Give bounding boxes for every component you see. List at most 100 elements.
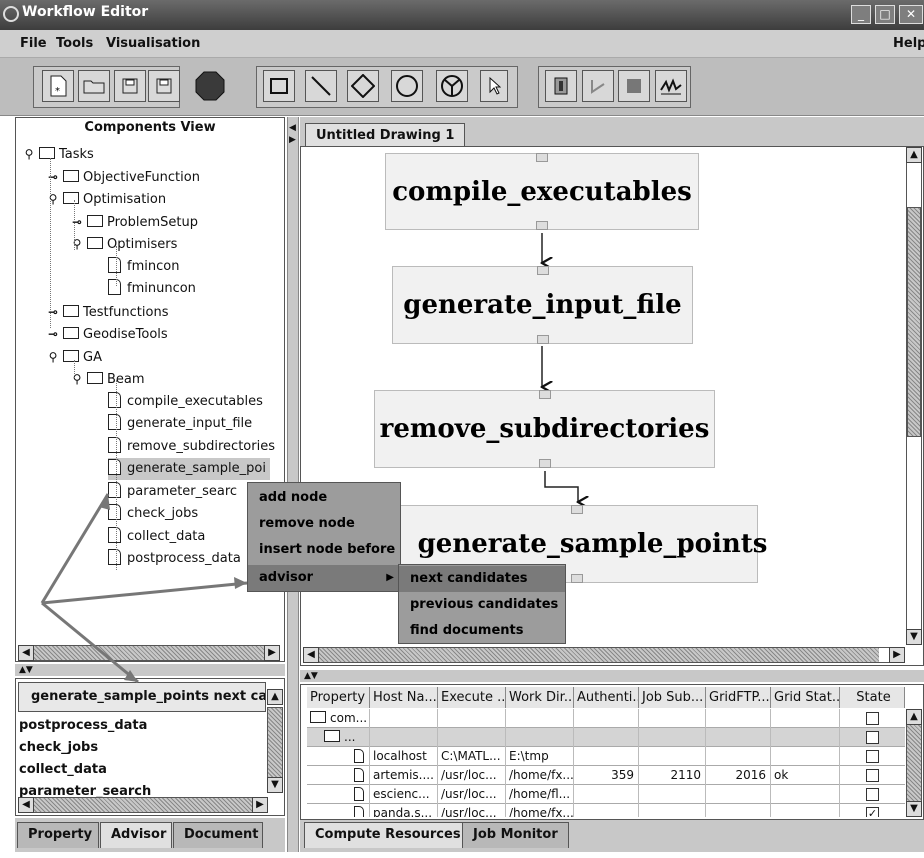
menu-item-insert-node-before[interactable]: insert node before: [248, 537, 400, 563]
maximize-button[interactable]: □: [875, 5, 895, 24]
tree-item[interactable]: ⊸ ProblemSetup: [70, 211, 198, 233]
tree-item[interactable]: parameter_searc: [108, 481, 237, 503]
advisor-list-item[interactable]: postprocess_data: [19, 715, 147, 737]
tab-property[interactable]: Property: [17, 822, 99, 848]
tree-item[interactable]: remove_subdirectories: [108, 436, 275, 458]
open-folder-icon[interactable]: [78, 70, 110, 102]
signature-icon[interactable]: [655, 70, 687, 102]
table-column-header[interactable]: Grid Stat...: [771, 687, 840, 708]
advisor-vertical-scrollbar[interactable]: [267, 707, 283, 787]
line-tool-icon[interactable]: [305, 70, 337, 102]
right-horizontal-splitter[interactable]: ▲▼: [300, 670, 924, 682]
tab-compute-resources[interactable]: Compute Resources: [304, 822, 472, 848]
node-generate-input-file[interactable]: generate_input_file: [392, 266, 693, 344]
state-checkbox[interactable]: [866, 712, 879, 725]
menu-item-add-node[interactable]: add node: [248, 485, 400, 511]
table-row[interactable]: escienc... /usr/loc... /home/fl...: [307, 785, 905, 804]
tree-horizontal-scrollbar[interactable]: [18, 645, 280, 661]
table-column-header[interactable]: Job Sub...: [639, 687, 706, 708]
menu-help[interactable]: Help: [893, 36, 924, 51]
table-row[interactable]: localhost C:\MATL... E:\tmp: [307, 747, 905, 766]
tree-expanded-icon[interactable]: ⚲: [70, 233, 84, 255]
tree-expanded-icon[interactable]: ⚲: [70, 368, 84, 390]
menu-visualisation[interactable]: Visualisation: [106, 36, 200, 51]
node-output-port[interactable]: [538, 459, 551, 468]
menu-file[interactable]: File: [20, 36, 47, 51]
canvas-horizontal-thumb[interactable]: [319, 648, 879, 662]
scroll-up-icon[interactable]: ▲: [906, 147, 922, 163]
tree-expanded-icon[interactable]: ⚲: [46, 346, 60, 368]
menu-item-previous-candidates[interactable]: previous candidates: [399, 592, 565, 618]
table-column-header[interactable]: Host Na...: [370, 687, 438, 708]
menu-tools[interactable]: Tools: [56, 36, 93, 51]
tab-job-monitor[interactable]: Job Monitor: [462, 822, 569, 848]
save-icon[interactable]: [114, 70, 146, 102]
table-row[interactable]: com...: [307, 709, 905, 728]
table-column-header[interactable]: State: [840, 687, 905, 708]
scroll-down-icon[interactable]: ▼: [906, 629, 922, 645]
state-checkbox[interactable]: [866, 731, 879, 744]
node-input-port[interactable]: [571, 505, 583, 514]
close-button[interactable]: ✕: [899, 5, 923, 24]
node-input-port[interactable]: [536, 153, 548, 162]
tab-untitled-drawing[interactable]: Untitled Drawing 1: [305, 123, 466, 147]
tree-item[interactable]: fmincon: [108, 256, 179, 278]
pointer-tool-icon[interactable]: [480, 70, 508, 102]
tree-item[interactable]: fminuncon: [108, 278, 196, 300]
table-row[interactable]: ...: [307, 728, 905, 747]
pin-icon[interactable]: [545, 70, 577, 102]
check-icon[interactable]: [582, 70, 614, 102]
tree-item[interactable]: compile_executables: [108, 391, 263, 413]
node-input-port[interactable]: [536, 266, 549, 275]
split-circle-tool-icon[interactable]: [436, 70, 468, 102]
rectangle-tool-icon[interactable]: [263, 70, 295, 102]
tree-item[interactable]: ⊸ ObjectiveFunction: [46, 166, 200, 188]
canvas-vertical-thumb[interactable]: [907, 207, 921, 437]
table-column-header[interactable]: Property: [307, 687, 370, 708]
table-column-header[interactable]: GridFTP...: [706, 687, 771, 708]
node-output-port[interactable]: [571, 574, 583, 583]
scroll-left-icon[interactable]: ◀: [18, 645, 34, 661]
advisor-scroll-up-icon[interactable]: ▲: [267, 689, 283, 705]
tree-item[interactable]: ⊸ GeodiseTools: [46, 323, 168, 345]
tree-collapsed-icon[interactable]: ⊸: [70, 211, 84, 233]
minimize-button[interactable]: _: [851, 5, 871, 24]
tree-item[interactable]: ⚲ Beam: [70, 368, 145, 390]
collapse-right-icon[interactable]: ▶: [289, 135, 296, 145]
tree-item[interactable]: generate_input_file: [108, 413, 252, 435]
advisor-scroll-down-icon[interactable]: ▼: [267, 777, 283, 793]
diamond-tool-icon[interactable]: [347, 70, 379, 102]
tree-expanded-icon[interactable]: ⚲: [46, 188, 60, 210]
scroll-up-icon[interactable]: ▲: [906, 709, 922, 725]
state-checkbox[interactable]: ✓: [866, 807, 879, 817]
state-checkbox[interactable]: [866, 788, 879, 801]
tree-item[interactable]: ⚲ Optimisation: [46, 188, 166, 210]
table-row[interactable]: panda.s... /usr/loc... /home/fx... ✓: [307, 804, 905, 817]
scroll-right-icon[interactable]: ▶: [889, 647, 905, 663]
tree-item[interactable]: check_jobs: [108, 503, 198, 525]
scroll-right-icon[interactable]: ▶: [264, 645, 280, 661]
tree-expanded-icon[interactable]: ⚲: [22, 143, 36, 165]
table-column-header[interactable]: Work Dir...: [506, 687, 574, 708]
left-horizontal-splitter[interactable]: ▲▼: [15, 664, 285, 676]
tab-advisor[interactable]: Advisor: [100, 822, 172, 848]
tree-item[interactable]: postprocess_data: [108, 548, 241, 570]
table-column-header[interactable]: Execute ...: [438, 687, 506, 708]
scroll-left-icon[interactable]: ◀: [303, 647, 319, 663]
node-remove-subdirectories[interactable]: remove_subdirectories: [374, 390, 715, 468]
scroll-down-icon[interactable]: ▼: [906, 801, 922, 817]
circle-tool-icon[interactable]: [391, 70, 423, 102]
table-row[interactable]: artemis.... /usr/loc... /home/fx... 359 2110…: [307, 766, 905, 785]
tree-collapsed-icon[interactable]: ⊸: [46, 323, 60, 345]
save-as-icon[interactable]: [148, 70, 180, 102]
node-output-port[interactable]: [536, 335, 549, 344]
tree-collapsed-icon[interactable]: ⊸: [46, 301, 60, 323]
state-checkbox[interactable]: [866, 750, 879, 763]
scroll-left-icon[interactable]: ◀: [18, 797, 34, 813]
new-file-icon[interactable]: *: [42, 70, 74, 102]
node-input-port[interactable]: [538, 390, 551, 399]
scroll-right-icon[interactable]: ▶: [252, 797, 268, 813]
menu-item-find-documents[interactable]: find documents: [399, 618, 565, 644]
tree-item[interactable]: ⚲ Optimisers: [70, 233, 177, 255]
menu-item-remove-node[interactable]: remove node: [248, 511, 400, 537]
